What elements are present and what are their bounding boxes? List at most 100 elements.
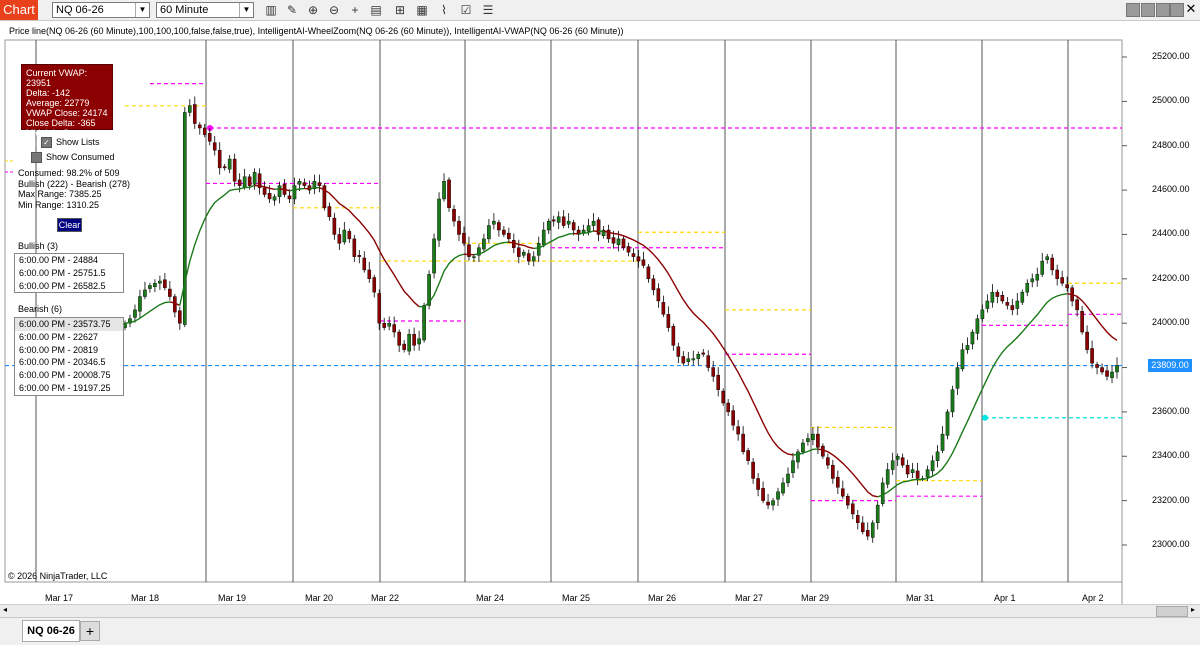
candle — [996, 292, 999, 296]
candle — [1006, 302, 1009, 305]
add-tab-icon[interactable]: + — [80, 621, 100, 641]
list-item[interactable]: 6:00.00 PM - 23573.75 — [15, 318, 123, 331]
candle — [208, 133, 211, 141]
candle — [771, 501, 774, 505]
candle — [936, 452, 939, 461]
level-marker — [982, 415, 988, 421]
candle — [826, 458, 829, 466]
candle — [153, 283, 156, 287]
candle — [437, 199, 440, 240]
price-tick-label: 23400.00 — [1152, 450, 1192, 460]
price-tick-label: 24400.00 — [1152, 228, 1192, 238]
candle — [971, 332, 974, 344]
horizontal-scrollbar[interactable]: ◂ ▸ — [0, 604, 1200, 617]
candle — [148, 285, 151, 288]
candle — [722, 391, 725, 403]
vwap-line: Delta: -142 — [26, 88, 108, 98]
candle — [717, 375, 720, 390]
candle — [1036, 274, 1039, 280]
date-tick-label: Mar 18 — [131, 593, 159, 603]
scroll-right-icon[interactable]: ▸ — [1191, 605, 1195, 614]
vwap-line — [464, 254, 474, 255]
candle — [462, 233, 465, 243]
bullish-list[interactable]: 6:00.00 PM - 24884 6:00.00 PM - 25751.5 … — [14, 253, 124, 293]
candle — [143, 290, 146, 297]
candle — [1031, 279, 1034, 282]
list-item[interactable]: 6:00.00 PM - 20346.5 — [15, 356, 123, 369]
candle — [567, 221, 570, 224]
candle — [866, 530, 869, 536]
candle — [841, 489, 844, 497]
candle — [228, 159, 231, 169]
candle — [333, 218, 336, 234]
list-item[interactable]: 6:00.00 PM - 19197.25 — [15, 382, 123, 395]
candle — [886, 470, 889, 485]
list-item[interactable]: 6:00.00 PM - 24884 — [15, 254, 123, 267]
show-consumed-checkbox[interactable]: Show Consumed — [31, 152, 115, 163]
candle — [178, 311, 181, 323]
candle — [1001, 295, 1004, 301]
candle — [861, 523, 864, 532]
candle — [343, 230, 346, 242]
candle — [373, 277, 376, 292]
candle — [552, 220, 555, 221]
candle — [776, 492, 779, 500]
candle — [368, 270, 371, 279]
clear-button[interactable]: Clear — [57, 218, 82, 232]
list-item[interactable]: 6:00.00 PM - 22627 — [15, 331, 123, 344]
candle — [328, 207, 331, 217]
candle — [597, 220, 600, 235]
candle — [188, 106, 191, 113]
candle — [492, 221, 495, 224]
candle — [303, 183, 306, 186]
candle — [1066, 285, 1069, 288]
list-item[interactable]: 6:00.00 PM - 26582.5 — [15, 280, 123, 293]
list-item[interactable]: 6:00.00 PM - 25751.5 — [15, 267, 123, 280]
scrollbar-thumb[interactable] — [1156, 606, 1188, 617]
candle — [632, 254, 635, 257]
candle — [916, 471, 919, 479]
price-chart[interactable] — [0, 0, 1200, 604]
checkbox-icon — [31, 152, 42, 163]
candle — [956, 368, 959, 389]
vwap-info-box: Current VWAP: 23951 Delta: -142 Average:… — [21, 64, 113, 130]
candle — [871, 523, 874, 538]
candle — [951, 390, 954, 412]
candle — [403, 344, 406, 350]
candle — [821, 446, 824, 456]
candle — [816, 434, 819, 447]
candle — [672, 326, 675, 345]
candle — [138, 297, 141, 312]
show-lists-checkbox[interactable]: ✓Show Lists — [41, 137, 100, 148]
max-range-text: Max Range: 7385.25 — [18, 189, 130, 200]
candle — [537, 243, 540, 255]
candle — [747, 451, 750, 461]
candle — [457, 221, 460, 234]
candle — [452, 209, 455, 221]
candle — [1085, 332, 1088, 350]
candle — [652, 279, 655, 290]
instrument-tab[interactable]: NQ 06-26 — [22, 620, 80, 642]
candle — [422, 305, 425, 340]
list-item[interactable]: 6:00.00 PM - 20819 — [15, 344, 123, 357]
candle — [288, 196, 291, 199]
scroll-left-icon[interactable]: ◂ — [3, 605, 7, 614]
candle — [697, 354, 700, 358]
candle — [557, 217, 560, 223]
indicator-title: Price line(NQ 06-26 (60 Minute),100,100,… — [9, 26, 623, 36]
candle — [388, 323, 391, 326]
candle — [1095, 364, 1098, 367]
candle — [358, 255, 361, 256]
bearish-list[interactable]: 6:00.00 PM - 23573.75 6:00.00 PM - 22627… — [14, 317, 124, 396]
candle — [1056, 270, 1059, 279]
candle — [742, 434, 745, 452]
candle — [727, 403, 730, 412]
candle — [662, 302, 665, 314]
candle — [836, 477, 839, 487]
list-item[interactable]: 6:00.00 PM - 20008.75 — [15, 369, 123, 382]
candle — [1081, 311, 1084, 332]
check-icon: ✓ — [41, 137, 52, 148]
candle — [348, 231, 351, 239]
candle — [502, 230, 505, 234]
candle — [193, 104, 196, 123]
